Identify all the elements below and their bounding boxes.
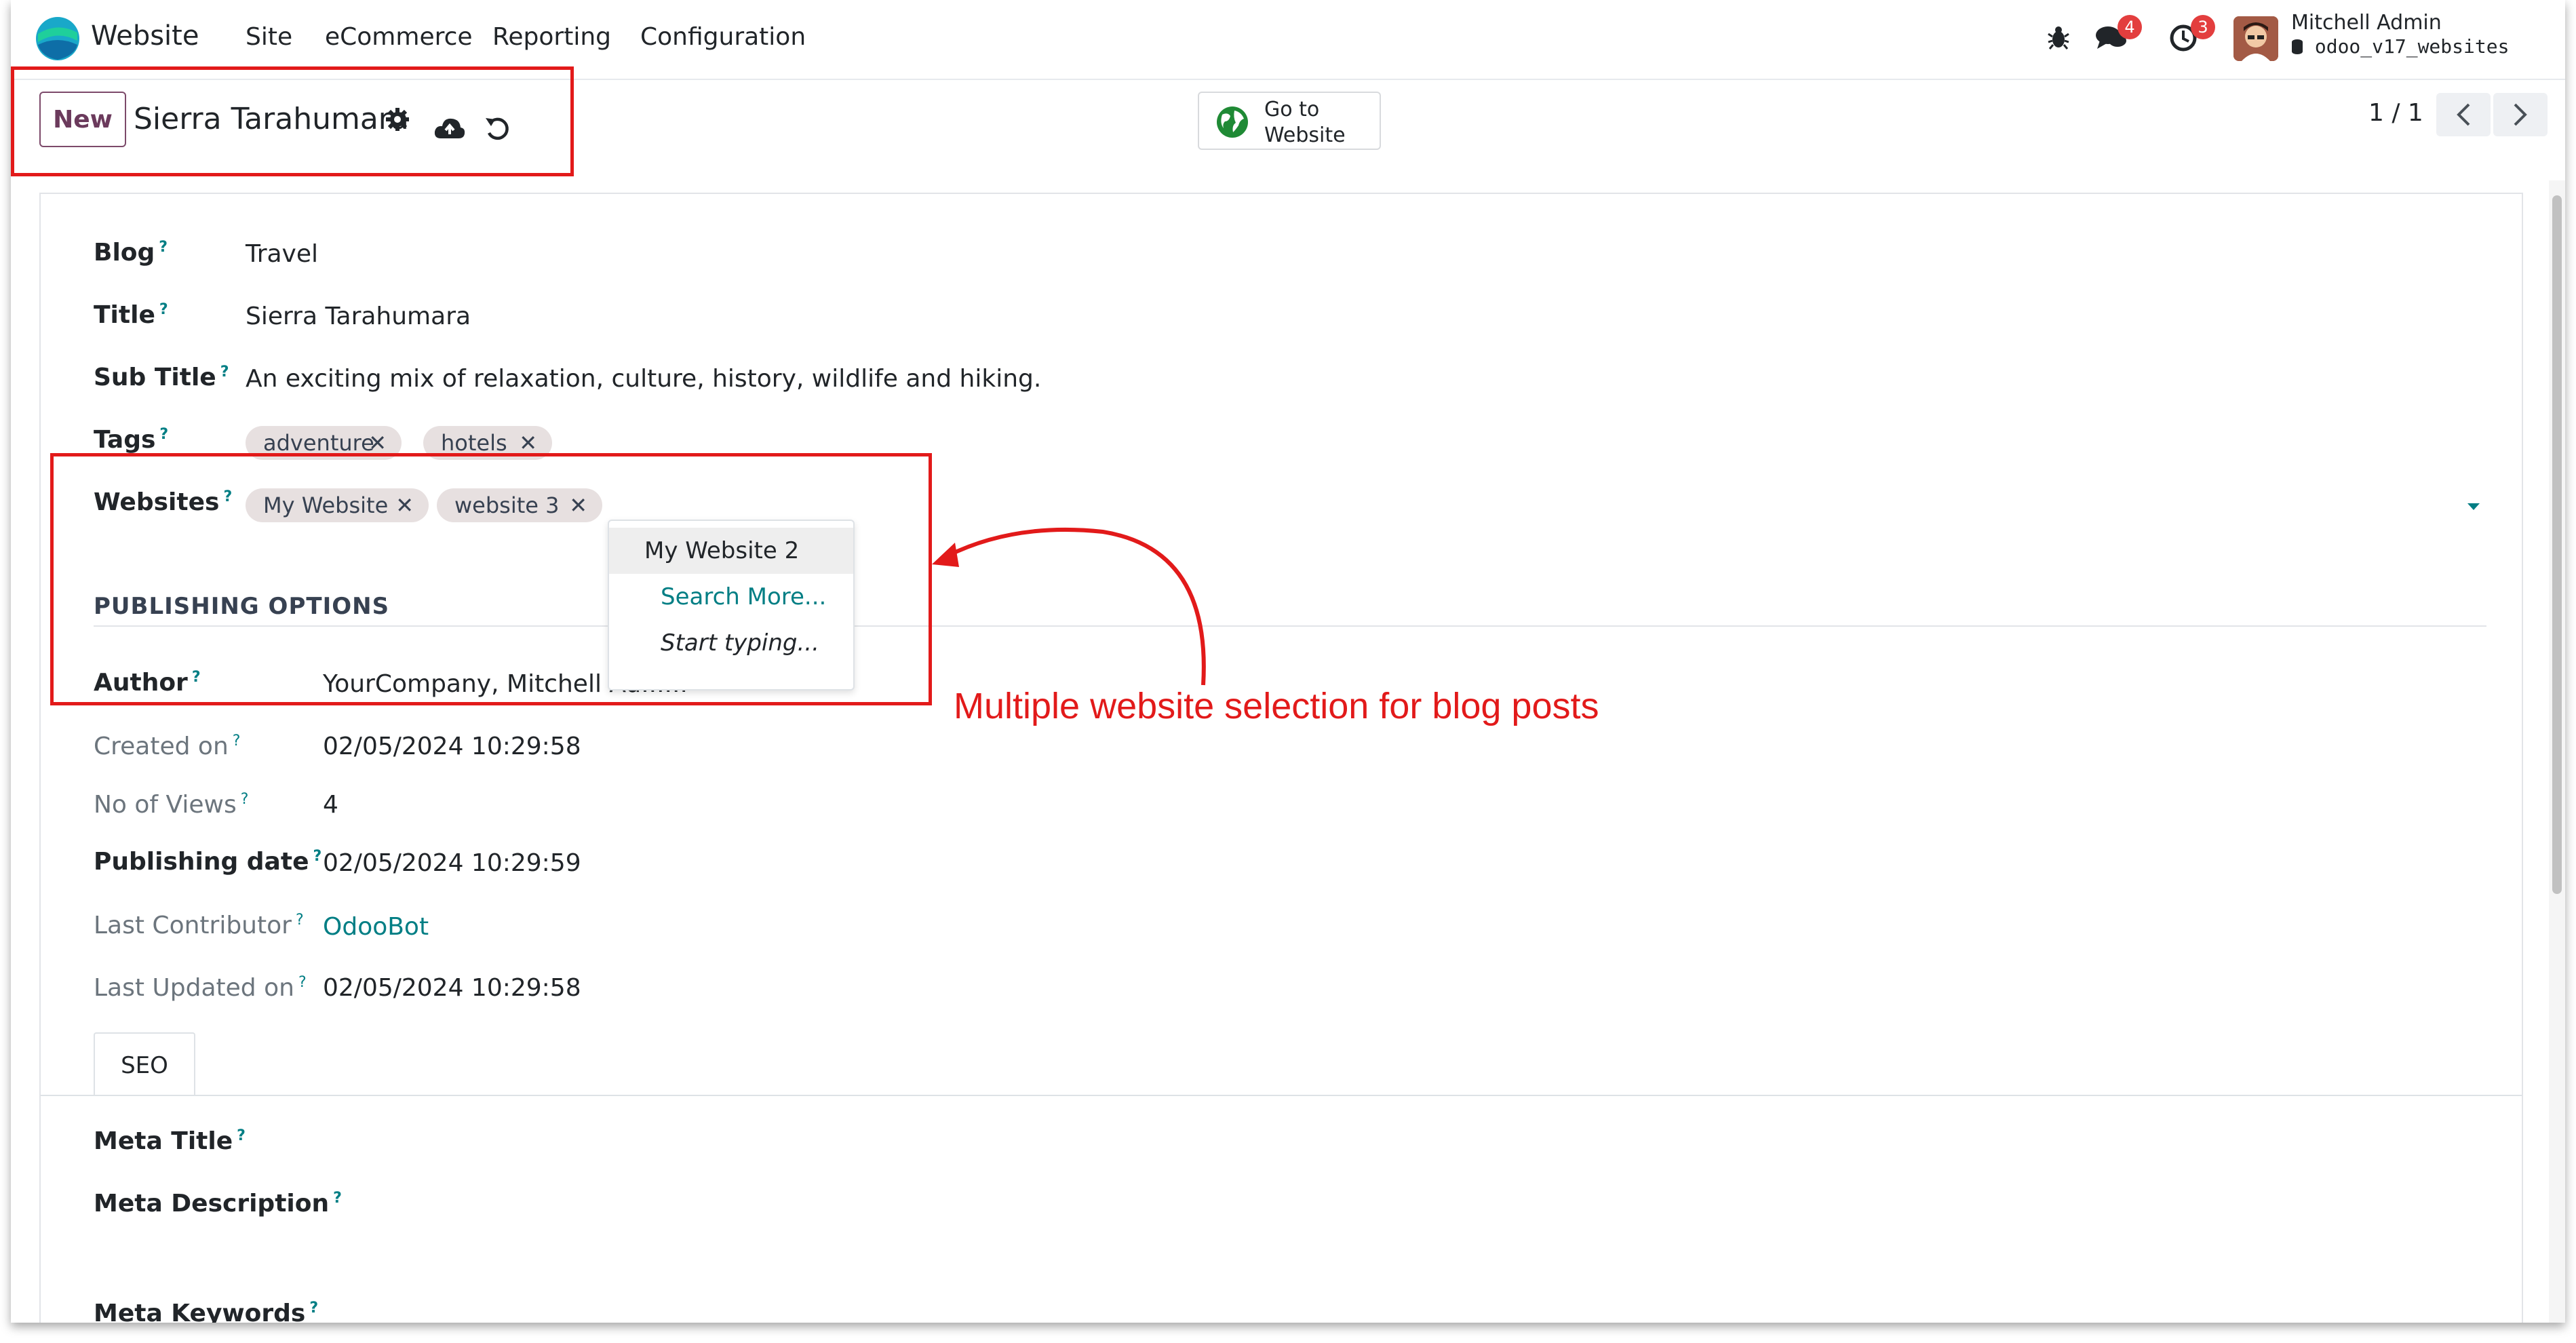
highlight-box-websites [50, 453, 932, 705]
created-on-label: Created on? [94, 733, 241, 760]
menu-configuration[interactable]: Configuration [640, 23, 806, 51]
publishing-date-field[interactable]: 02/05/2024 10:29:59 [323, 849, 581, 877]
pager-next-button[interactable] [2493, 93, 2548, 136]
title-field[interactable]: Sierra Tarahumara [246, 303, 471, 330]
blog-label: Blog? [94, 239, 168, 267]
go-to-line1: Go to [1264, 98, 1320, 121]
bug-icon[interactable] [2047, 24, 2070, 50]
pager-previous-button[interactable] [2436, 93, 2491, 136]
title-label: Title? [94, 301, 168, 329]
chevron-right-icon [2514, 103, 2527, 126]
menu-site[interactable]: Site [246, 23, 292, 51]
created-on-value: 02/05/2024 10:29:58 [323, 733, 581, 760]
messages-badge: 4 [2118, 15, 2142, 39]
publishing-date-label: Publishing date? [94, 848, 322, 876]
last-updated-label: Last Updated on? [94, 974, 307, 1002]
tags-label: Tags? [94, 426, 169, 454]
annotation-arrow-icon [932, 528, 1206, 686]
last-contributor-label: Last Contributor? [94, 912, 304, 939]
highlight-box-header [11, 66, 574, 176]
go-to-website-label: Go to Website [1264, 97, 1346, 149]
pager-value[interactable]: 1 / 1 [2368, 99, 2423, 127]
database-icon [2292, 39, 2303, 54]
subtitle-field[interactable]: An exciting mix of relaxation, culture, … [246, 365, 1041, 393]
subtitle-label: Sub Title? [94, 364, 229, 391]
form-sheet: Blog? Travel Title? Sierra Tarahumara Su… [39, 193, 2523, 1323]
database-name: odoo_v17_websites [2291, 35, 2509, 58]
chevron-left-icon [2457, 103, 2470, 126]
meta-keywords-label: Meta Keywords? [94, 1300, 319, 1323]
tab-seo[interactable]: SEO [94, 1032, 195, 1096]
globe-icon [1217, 106, 1248, 138]
scrollbar-thumb[interactable] [2552, 195, 2562, 894]
avatar-image-icon [2233, 16, 2278, 61]
activities-badge: 3 [2191, 15, 2215, 39]
last-contributor-link[interactable]: OdooBot [323, 913, 429, 941]
go-to-line2: Website [1264, 123, 1346, 147]
user-name[interactable]: Mitchell Admin [2291, 11, 2442, 35]
views-label: No of Views? [94, 791, 249, 819]
views-value: 4 [323, 791, 338, 819]
tag-adventure-label: adventure [263, 430, 374, 456]
app-name[interactable]: Website [91, 20, 199, 52]
go-to-website-button[interactable]: Go to Website [1198, 92, 1381, 150]
database-name-text: odoo_v17_websites [2314, 35, 2510, 58]
meta-title-label: Meta Title? [94, 1127, 246, 1155]
caret-down-icon[interactable] [2466, 502, 2481, 511]
meta-description-label: Meta Description? [94, 1190, 342, 1218]
tab-divider [41, 1095, 2522, 1096]
browser-window: Website Site eCommerce Reporting Configu… [11, 0, 2565, 1323]
website-app-logo-icon[interactable] [34, 15, 81, 62]
menu-reporting[interactable]: Reporting [492, 23, 611, 51]
menu-ecommerce[interactable]: eCommerce [325, 23, 473, 51]
last-updated-value: 02/05/2024 10:29:58 [323, 974, 581, 1002]
user-avatar[interactable] [2233, 16, 2278, 61]
annotation-caption: Multiple website selection for blog post… [954, 686, 1599, 726]
blog-field[interactable]: Travel [246, 240, 318, 268]
tag-hotels-label: hotels [441, 430, 507, 456]
